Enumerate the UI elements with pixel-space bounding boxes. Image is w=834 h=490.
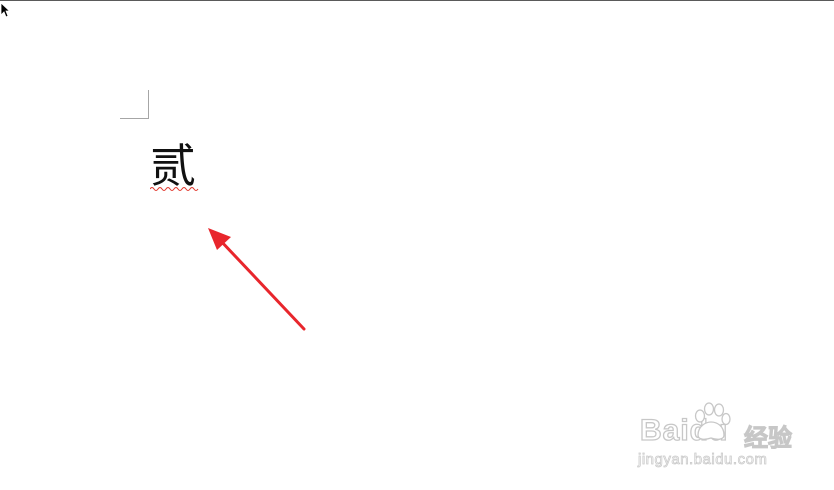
- arrow-head: [208, 228, 231, 250]
- arrow-shaft: [217, 237, 306, 331]
- spellcheck-underline: [150, 187, 199, 191]
- baidu-paw-icon: [694, 402, 731, 440]
- window-top-border: [0, 0, 834, 1]
- watermark-url: jingyan.baidu.com: [638, 451, 768, 469]
- arrow-cursor-icon: [0, 2, 10, 18]
- baidu-jingyan-watermark: Baidu 经验 jingyan.baidu.com: [636, 402, 796, 474]
- watermark-product: 经验: [744, 424, 793, 453]
- page-margin-corner-mark: [120, 90, 149, 119]
